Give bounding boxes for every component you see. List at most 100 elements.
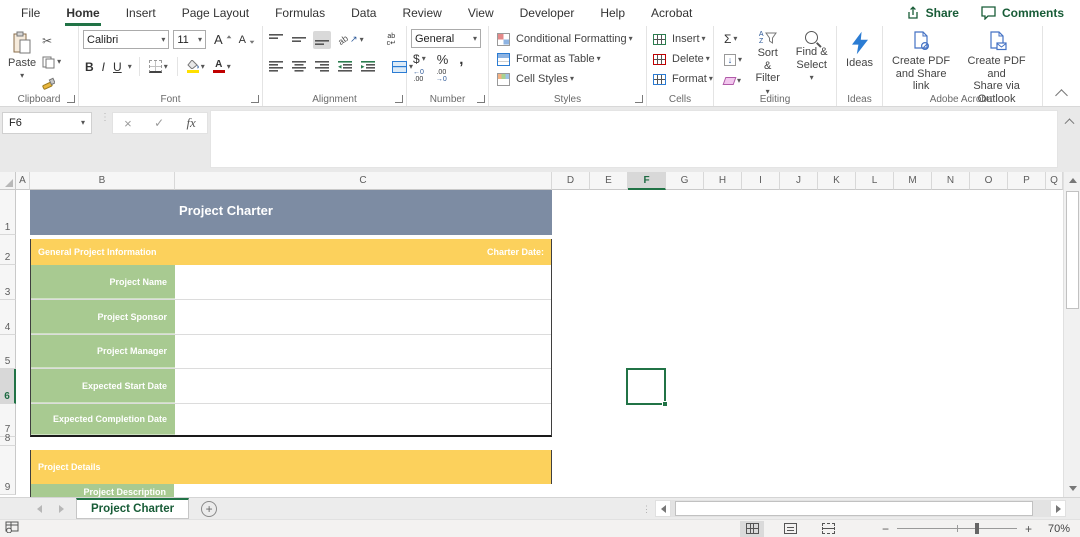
project-details-band[interactable]: Project Details (30, 450, 552, 484)
horizontal-scroll-thumb[interactable] (675, 501, 1033, 516)
middle-align-button[interactable] (290, 31, 308, 49)
format-cells-button[interactable]: Format ▾ (670, 70, 715, 88)
column-header-L[interactable]: L (856, 172, 894, 190)
menu-tab-data[interactable]: Data (338, 0, 389, 26)
find-select-button[interactable]: Find & Select ▾ (791, 29, 832, 100)
row-header-5[interactable]: 5 (0, 335, 16, 369)
zoom-slider[interactable] (896, 523, 1017, 534)
formula-input[interactable] (210, 110, 1058, 168)
field-value-cell[interactable] (175, 335, 551, 368)
sheet-tab-project-charter[interactable]: Project Charter (76, 498, 190, 519)
increase-decimal-button[interactable]: ←0.00 (411, 67, 426, 85)
row-header-3[interactable]: 3 (0, 265, 16, 300)
column-header-B[interactable]: B (30, 172, 175, 190)
add-sheet-button[interactable]: + (201, 500, 218, 517)
italic-button[interactable]: I (100, 58, 107, 76)
share-button[interactable]: Share (906, 6, 959, 20)
menu-tab-help[interactable]: Help (587, 0, 638, 26)
ideas-button[interactable]: Ideas (841, 29, 878, 72)
conditional-formatting-button[interactable]: Conditional Formatting ▾ (514, 30, 635, 48)
font-color-button[interactable]: A ▾ (211, 58, 233, 76)
row-header-4[interactable]: 4 (0, 300, 16, 335)
hscroll-track[interactable] (671, 500, 1050, 517)
borders-button[interactable]: ▾ (147, 58, 170, 76)
decrease-font-button[interactable]: A (237, 31, 258, 49)
view-normal-button[interactable] (740, 520, 764, 537)
zoom-in-button[interactable]: + (1025, 522, 1032, 536)
field-value-cell[interactable] (175, 265, 551, 299)
zoom-slider-thumb[interactable] (974, 523, 979, 534)
center-button[interactable] (290, 58, 308, 76)
name-box-dropdown-icon[interactable]: ▾ (81, 119, 85, 127)
sort-filter-button[interactable]: AZ Sort & Filter ▾ (750, 29, 785, 100)
bold-button[interactable]: B (83, 58, 96, 76)
fill-button[interactable]: ↓ ▾ (722, 51, 744, 69)
clear-button[interactable]: ▾ (722, 72, 744, 90)
align-right-button[interactable] (313, 58, 331, 76)
scroll-up-button[interactable] (1064, 172, 1080, 189)
column-header-Q[interactable]: Q (1046, 172, 1063, 190)
delete-cells-button[interactable]: Delete ▾ (670, 50, 712, 68)
column-header-C[interactable]: C (175, 172, 552, 190)
field-value-cell[interactable] (175, 369, 551, 403)
menu-tab-formulas[interactable]: Formulas (262, 0, 338, 26)
increase-font-button[interactable]: A (212, 31, 235, 49)
cancel-button[interactable]: × (124, 116, 132, 131)
field-label-cell[interactable]: Expected Start Date (31, 369, 175, 403)
hscroll-resize-handle[interactable]: ⋮ (642, 504, 651, 513)
field-label-cell[interactable]: Project Sponsor (31, 300, 175, 334)
view-page-layout-button[interactable] (778, 521, 802, 537)
increase-indent-button[interactable] (359, 58, 377, 76)
comments-button[interactable]: Comments (981, 6, 1064, 20)
cut-button[interactable]: ✂ (40, 32, 63, 50)
field-value-cell[interactable] (175, 300, 551, 334)
column-header-E[interactable]: E (590, 172, 628, 190)
sheet-nav-left-button[interactable] (28, 498, 50, 519)
collapse-ribbon-icon[interactable] (1055, 89, 1068, 102)
sheet-nav-right-button[interactable] (50, 498, 72, 519)
underline-button[interactable]: U (111, 58, 124, 76)
field-label-cell[interactable]: Project Name (31, 265, 175, 299)
format-as-table-button[interactable]: Format as Table ▾ (514, 50, 603, 68)
menu-tab-developer[interactable]: Developer (507, 0, 588, 26)
vertical-scrollbar[interactable] (1063, 172, 1080, 497)
name-box[interactable]: F6 ▾ (2, 112, 92, 134)
cell-styles-button[interactable]: Cell Styles ▾ (514, 70, 576, 88)
number-dialog-launcher-icon[interactable] (477, 95, 485, 103)
menu-tab-page-layout[interactable]: Page Layout (169, 0, 262, 26)
chevron-down-icon[interactable]: ▾ (128, 62, 132, 71)
autosum-button[interactable]: Σ ▾ (722, 30, 744, 48)
scroll-down-button[interactable] (1064, 480, 1080, 497)
enter-button[interactable]: ✓ (154, 116, 164, 130)
row-header-1[interactable]: 1 (0, 190, 16, 235)
fill-color-button[interactable]: ▾ (185, 58, 207, 76)
view-page-break-button[interactable] (816, 521, 840, 537)
column-header-G[interactable]: G (666, 172, 704, 190)
number-format-select[interactable]: General ▾ (411, 29, 481, 48)
orientation-button[interactable]: ab ↗ ▾ (336, 31, 366, 49)
alignment-dialog-launcher-icon[interactable] (395, 95, 403, 103)
select-all-button[interactable] (0, 172, 16, 190)
field-label-cell[interactable]: Project Manager (31, 335, 175, 368)
font-size-select[interactable]: 11 ▾ (173, 30, 206, 49)
formula-bar-resize-handle[interactable]: ⋮ (100, 113, 110, 123)
row-header-8[interactable]: 8 (0, 433, 16, 446)
column-header-H[interactable]: H (704, 172, 742, 190)
styles-dialog-launcher-icon[interactable] (635, 95, 643, 103)
charter-title-band[interactable]: Project Charter (30, 190, 552, 235)
font-name-select[interactable]: Calibri ▾ (83, 30, 170, 49)
menu-tab-file[interactable]: File (8, 0, 53, 26)
general-info-band[interactable]: General Project Information Charter Date… (30, 239, 552, 265)
accounting-format-button[interactable]: $ ▾ (411, 50, 428, 68)
decrease-indent-button[interactable] (336, 58, 354, 76)
column-header-J[interactable]: J (780, 172, 818, 190)
align-left-button[interactable] (267, 58, 285, 76)
menu-tab-insert[interactable]: Insert (113, 0, 169, 26)
column-header-D[interactable]: D (552, 172, 590, 190)
percent-style-button[interactable]: % (435, 50, 451, 68)
scroll-right-button[interactable] (1050, 500, 1066, 517)
selected-cell-outline[interactable] (626, 368, 668, 407)
font-dialog-launcher-icon[interactable] (251, 95, 259, 103)
field-label-cell[interactable]: Expected Completion Date (31, 404, 175, 435)
menu-tab-acrobat[interactable]: Acrobat (638, 0, 705, 26)
